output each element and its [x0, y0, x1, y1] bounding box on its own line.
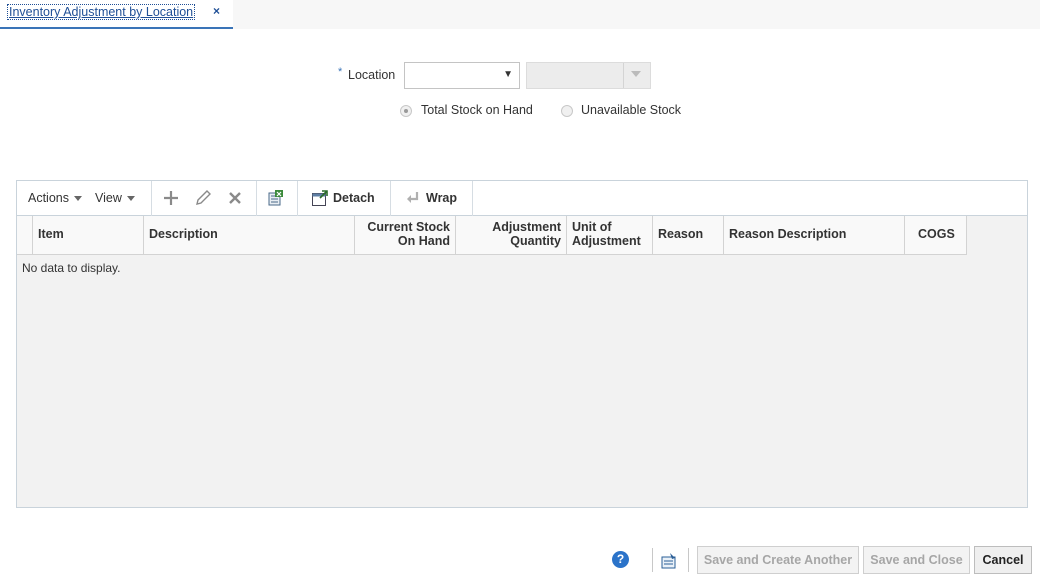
radio-total-stock-label[interactable]: Total Stock on Hand	[421, 103, 533, 117]
table-header: Item Description Current Stock On Hand A…	[17, 216, 967, 255]
tab-strip: Inventory Adjustment by Location ×	[0, 0, 1040, 29]
tab-inventory-adjustment[interactable]: Inventory Adjustment by Location ×	[0, 0, 233, 29]
caret-down-icon	[126, 196, 135, 202]
column-header-description[interactable]: Description	[144, 216, 355, 254]
toolbar-divider	[297, 181, 298, 216]
detach-icon[interactable]	[311, 189, 329, 207]
toolbar-divider	[472, 181, 473, 216]
column-header-item[interactable]: Item	[33, 216, 144, 254]
save-and-close-button[interactable]: Save and Close	[863, 546, 970, 574]
column-header-reason[interactable]: Reason	[653, 216, 724, 254]
location-label: Location	[348, 68, 396, 82]
view-menu[interactable]: View	[95, 191, 135, 205]
radio-unavailable-stock-label[interactable]: Unavailable Stock	[581, 103, 681, 117]
toolbar-divider	[151, 181, 152, 216]
edit-pencil-icon[interactable]	[194, 189, 212, 207]
column-header-adjustment-quantity[interactable]: Adjustment Quantity	[456, 216, 567, 254]
column-header-description-line1: Description	[149, 227, 218, 241]
save-and-create-another-button[interactable]: Save and Create Another	[697, 546, 859, 574]
column-header-item-line1: Item	[38, 227, 64, 241]
column-header-reason-description[interactable]: Reason Description	[724, 216, 905, 254]
table-toolbar: Actions View Detach Wrap	[17, 181, 1027, 216]
column-header-cogs-line1: COGS	[918, 227, 955, 241]
location-description-select	[526, 62, 651, 89]
column-header-adjustment-quantity-line2: Quantity	[510, 234, 561, 248]
column-header-cogs[interactable]: COGS	[905, 216, 967, 254]
delete-icon[interactable]	[226, 189, 244, 207]
toolbar-divider	[390, 181, 391, 216]
actions-menu[interactable]: Actions	[28, 191, 82, 205]
footer-divider	[688, 548, 689, 572]
required-indicator: *	[338, 66, 343, 78]
footer-divider	[652, 548, 653, 572]
radio-total-stock[interactable]	[400, 105, 412, 117]
column-header-current-stock-line2: On Hand	[397, 234, 450, 248]
tab-title[interactable]: Inventory Adjustment by Location	[7, 4, 196, 20]
toolbar-divider	[256, 181, 257, 216]
column-header-reason-description-line1: Reason Description	[729, 227, 847, 241]
divider	[623, 63, 624, 88]
close-icon[interactable]: ×	[213, 4, 220, 18]
column-header-current-stock[interactable]: Current Stock On Hand	[355, 216, 456, 254]
empty-table-message: No data to display.	[22, 261, 121, 275]
add-icon[interactable]	[162, 189, 180, 207]
row-selector-header	[17, 216, 33, 254]
adjustment-table-panel: Actions View Detach Wrap Item Descriptio…	[16, 180, 1028, 508]
export-excel-icon[interactable]	[267, 189, 285, 207]
cancel-button[interactable]: Cancel	[974, 546, 1032, 574]
actions-menu-label: Actions	[28, 191, 69, 205]
location-select[interactable]: ▼	[404, 62, 520, 89]
view-menu-label: View	[95, 191, 122, 205]
chevron-down-icon	[631, 71, 641, 77]
column-header-unit-line1: Unit of	[572, 220, 612, 234]
dropdown-arrow-icon: ▼	[503, 69, 513, 80]
column-header-unit-line2: Adjustment	[572, 234, 641, 248]
radio-unavailable-stock[interactable]	[561, 105, 573, 117]
wrap-button[interactable]: Wrap	[426, 191, 457, 205]
column-header-adjustment-quantity-line1: Adjustment	[492, 220, 561, 234]
help-icon[interactable]: ?	[612, 551, 629, 568]
wrap-icon[interactable]	[404, 189, 422, 207]
detach-button[interactable]: Detach	[333, 191, 375, 205]
column-header-current-stock-line1: Current Stock	[367, 220, 450, 234]
column-header-reason-line1: Reason	[658, 227, 704, 241]
notes-icon[interactable]	[660, 552, 678, 570]
column-header-unit-of-adjustment[interactable]: Unit of Adjustment	[567, 216, 653, 254]
caret-down-icon	[74, 196, 82, 202]
